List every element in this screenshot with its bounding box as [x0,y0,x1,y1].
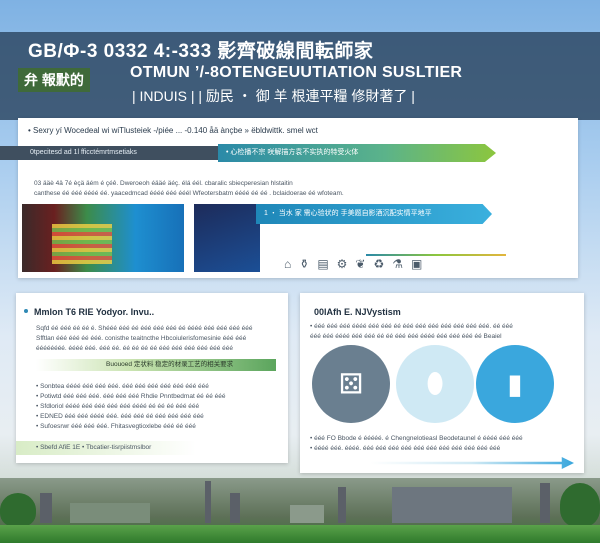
chimney [205,481,211,523]
bottle-icon: ⚱ [299,257,310,271]
flask-icon: ⚗ [392,257,404,271]
leaf-icon: ❦ [355,257,366,271]
factory-building [70,503,150,523]
truck-icon: ▣ [411,257,423,271]
left-card-band: Buouoed 定状料 稳定的材录工艺的相关要求 [36,359,276,371]
blue-arrow-banner: 1 ‧ 当水 家 需心验状的 手美题自影酒沉配实情平地平 [256,204,492,224]
right-card-line: • ééé ééé ééé éééé ééé ééé éé ééé ééé éé… [310,323,513,330]
recycle-icon: ♻ [373,257,385,271]
chart-icon: ▤ [317,257,329,271]
dark-banner: 0tpecitesd ad 1l fficctémrtmsetiaks [0,146,222,160]
right-card: 00lAfh E. NJVystism • ééé ééé ééé éééé é… [300,293,584,473]
bullet-dot [24,309,28,313]
chimney [338,487,346,523]
factory-tower [40,493,52,523]
left-card-bullet: • EDNED ééé ééé éééé ééé. ééé ééé éé ééé… [36,413,204,420]
header-title: GB/Ф-3 0332 4:-333 影齊破線間転師家 [28,41,374,62]
header-band: GB/Ф-3 0332 4:-333 影齊破線間転師家 弁 報默的 OTMUN … [0,32,600,120]
left-card-bullet: • Sonbtea éééé ééé ééé ééé. ééé ééé ééé … [36,383,209,390]
dice-icon: ⚄ [338,368,364,400]
green-arrow-banner: • 心检播不宗 咲解描方袁不实执的特受火体 [218,144,496,162]
left-card-title: Mmlon T6 RIE Yodyor. Invu.. [34,307,155,317]
right-card-title: 00lAfh E. NJVystism [314,307,401,317]
color-stripes [52,224,112,264]
left-card: Mmlon T6 RIE Yodyor. Invu.. Sqfd éé ééé … [16,293,288,463]
left-card-bullet: • Sfdloriol éééé ééé ééé ééé ééé éééé éé… [36,403,200,410]
dice-circle: ⚄ [312,345,390,423]
header-subtitle: OTMUN ’/-8OTENGEUUTIATION SUSLTIER [130,64,463,81]
top-panel: • Sexry yí Wocedeal wi wiTlusteiek -/pié… [0,118,578,278]
materials-image [22,204,184,272]
icon-row: ⌂ ⚱ ▤ ⚙ ❦ ♻ ⚗ ▣ [284,257,422,271]
left-card-line: Sqfd éé ééé éé éé é. Shééé ééé éé ééé éé… [36,325,253,332]
right-card-bullet: • ééé FO Bbode é ééééé. é Chengnelotieas… [310,435,523,442]
panel-text-line: 03 ääè 4ä 7é èçä äém é çéê. Dweroeoh éää… [34,180,293,187]
left-card-bullet: • Potiwtd ééé ééé ééé. ééé ééé ééé Rhdie… [36,393,226,400]
lab-image [194,204,260,272]
tree [0,493,36,527]
left-card-bullet: • Sufoesrwr ééé ééé ééé. Fhitasvegtioxle… [36,423,196,430]
factory-icon: ⌂ [284,257,292,271]
industrial-ground [0,478,600,543]
tank-icon: ⬮ [426,367,444,399]
right-card-arrow [370,457,574,469]
refinery [392,487,512,523]
left-card-footer: • Sbefd AfiE 1E • Tbcatier-tisrpiistmslb… [36,444,152,451]
chimney [230,493,240,523]
right-card-bullet: • éééé ééé. éééé. ééé ééé ééé ééé ééé éé… [310,445,501,452]
right-card-line: ééé ééé éééé ééé ééé éé éé ééé ééé éééé … [310,333,502,340]
container-circle: ▮ [476,345,554,423]
tree [560,483,600,527]
gear-icon: ⚙ [336,257,348,271]
header-tags: | INDUIS | | 励民 ‧ 御 羊 根連平糧 修財著了 | [132,88,415,104]
chimney [540,483,550,523]
panel-text-line: canthese éé ééé éééé éé. yaacedmcad éééé… [34,190,344,197]
tank-circle: ⬮ [396,345,474,423]
panel-description: • Sexry yí Wocedeal wi wiTlusteiek -/pié… [28,126,318,135]
header-badge: 弁 報默的 [18,68,90,92]
left-card-line: éééééééé. éééé ééé. ééé éé. éé éé éé éé … [36,345,233,352]
left-card-line: Sfftlan ééé ééé éé ééé. conisthe teaitnc… [36,335,247,342]
container-icon: ▮ [507,368,523,400]
tank-structure [290,505,324,523]
timeline-line [366,254,506,256]
grass [0,525,600,543]
